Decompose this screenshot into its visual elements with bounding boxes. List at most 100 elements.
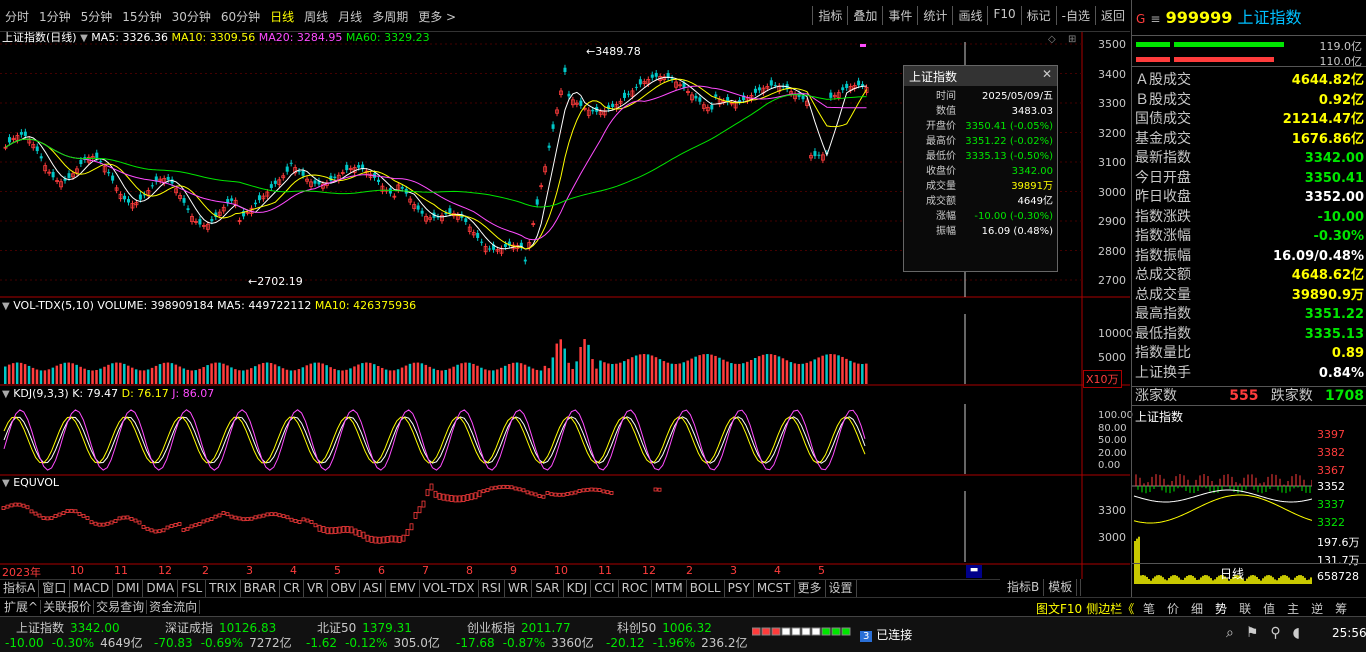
bottom-tab-3[interactable]: 资金流向 xyxy=(147,600,201,614)
indicator-tab-9[interactable]: VR xyxy=(304,580,328,597)
toolbar-button-1[interactable]: 叠加 xyxy=(847,6,882,25)
link-icon[interactable]: ⚲ xyxy=(1270,625,1292,641)
toolbar-button-6[interactable]: 标记 xyxy=(1020,6,1056,25)
mini-tab-daily[interactable]: 日线 xyxy=(1220,565,1244,582)
indicator-tab-18[interactable]: CCI xyxy=(591,580,619,597)
bottom-tab-1[interactable]: 关联报价 xyxy=(41,600,95,614)
side-tab-5[interactable]: 值 xyxy=(1257,602,1281,616)
equ-y-tick: 3300 xyxy=(1098,504,1126,517)
toolbar-button-4[interactable]: 画线 xyxy=(952,6,987,25)
indicator-tab-1[interactable]: 窗口 xyxy=(39,580,71,597)
search-icon[interactable]: ⌕ xyxy=(1226,625,1246,641)
marker xyxy=(860,44,866,47)
toolbar-button-5[interactable]: F10 xyxy=(987,6,1020,25)
side-tab-6[interactable]: 主 xyxy=(1281,602,1305,616)
side-tab-4[interactable]: 联 xyxy=(1233,602,1257,616)
indicator-tab-15[interactable]: WR xyxy=(505,580,533,597)
close-icon[interactable]: ✕ xyxy=(1042,67,1052,81)
status-amt: 3360亿 xyxy=(551,636,594,650)
indicator-tab-16[interactable]: SAR xyxy=(532,580,564,597)
toolbar-button-8[interactable]: 返回 xyxy=(1094,6,1130,25)
status-icons[interactable]: ⌕⚑⚲◖ xyxy=(1226,625,1312,641)
popup-row: 最高价 3351.22 (-0.02%) xyxy=(904,134,1057,149)
period-5[interactable]: 60分钟 xyxy=(216,8,265,25)
status-amt: 7272亿 xyxy=(249,636,292,650)
period-7[interactable]: 周线 xyxy=(299,8,333,25)
period-8[interactable]: 月线 xyxy=(333,8,367,25)
period-2[interactable]: 5分钟 xyxy=(76,8,118,25)
indicator-tab-0[interactable]: 指标A xyxy=(0,580,40,597)
indicator-tab-25[interactable]: 设置 xyxy=(826,580,857,597)
toolbar-button-0[interactable]: 指标 xyxy=(812,6,847,25)
indicator-tab-6[interactable]: TRIX xyxy=(206,580,241,597)
indicator-tab-right-0[interactable]: 指标B xyxy=(1003,579,1045,596)
scroll-handle[interactable]: ▬ xyxy=(966,565,982,578)
x-month: 11 xyxy=(598,564,612,577)
indicator-tab-19[interactable]: ROC xyxy=(619,580,652,597)
side-tab-3[interactable]: 势 xyxy=(1209,602,1233,616)
toolbar-button-2[interactable]: 事件 xyxy=(882,6,917,25)
bottom-right-tab-0[interactable]: 图文F10 xyxy=(1034,602,1084,616)
quote-value: -10.00 xyxy=(1317,209,1364,225)
indicator-tab-21[interactable]: BOLL xyxy=(687,580,725,597)
quote-value: 39890.9万 xyxy=(1291,287,1364,303)
indicator-tab-22[interactable]: PSY xyxy=(725,580,754,597)
indicator-tab-11[interactable]: ASI xyxy=(360,580,387,597)
indicator-tab-13[interactable]: VOL-TDX xyxy=(420,580,479,597)
period-6[interactable]: 日线 xyxy=(265,8,299,25)
indicator-tab-17[interactable]: KDJ xyxy=(564,580,592,597)
period-9[interactable]: 多周期 xyxy=(367,8,413,25)
toolbar-right-buttons: 指标 叠加 事件 统计 画线 F10 标记 -自选 返回 xyxy=(812,6,1130,25)
indicator-tab-2[interactable]: MACD xyxy=(70,580,114,597)
toolbar-button-3[interactable]: 统计 xyxy=(917,6,952,25)
popup-key: 时间 xyxy=(936,91,956,102)
period-10[interactable]: 更多 > xyxy=(413,8,461,25)
indicator-tab-right-1[interactable]: 模板 xyxy=(1044,579,1078,596)
indicator-tab-10[interactable]: OBV xyxy=(328,580,361,597)
quote-value: 1676.86亿 xyxy=(1291,131,1364,147)
low-value: 2702.19 xyxy=(257,275,303,288)
vol-y-tick: 10000 xyxy=(1098,327,1133,340)
side-tab-7[interactable]: 逆 xyxy=(1305,602,1329,616)
period-0[interactable]: 分时 xyxy=(0,8,34,25)
side-tab-0[interactable]: 笔 xyxy=(1137,602,1161,616)
side-tab-8[interactable]: 筹 xyxy=(1329,602,1353,616)
indicator-tab-3[interactable]: DMI xyxy=(113,580,144,597)
dropdown-icon[interactable]: ▼ xyxy=(2,478,10,489)
menu-icon[interactable]: ≡ xyxy=(1150,12,1160,26)
indicator-tab-4[interactable]: DMA xyxy=(143,580,179,597)
dropdown-icon[interactable]: ▼ xyxy=(80,33,88,44)
mini-chart[interactable]: 上证指数 3397 3382 3367 3352 3337 3322 197.6万 131.7… xyxy=(1132,406,1366,586)
status-change-3: -17.68 -0.87% 3360亿 xyxy=(456,634,606,651)
megaphone-icon[interactable]: ⚑ xyxy=(1246,625,1271,641)
bottom-right-tab-1[interactable]: 侧边栏《 xyxy=(1084,602,1136,616)
indicator-tab-7[interactable]: BRAR xyxy=(241,580,281,597)
ma20-label: MA20: 3284.95 xyxy=(258,31,343,44)
side-tab-1[interactable]: 价 xyxy=(1161,602,1185,616)
popup-key: 振幅 xyxy=(936,226,956,237)
dropdown-icon[interactable]: ▼ xyxy=(2,301,10,312)
low-label: ←2702.19 xyxy=(248,275,303,288)
dropdown-icon[interactable]: ▼ xyxy=(2,389,10,400)
indicator-tab-14[interactable]: RSI xyxy=(479,580,506,597)
period-1[interactable]: 1分钟 xyxy=(34,8,76,25)
bottom-tab-0[interactable]: 扩展^ xyxy=(2,600,42,614)
toolbar-button-7[interactable]: -自选 xyxy=(1055,6,1095,25)
period-4[interactable]: 30分钟 xyxy=(167,8,216,25)
period-3[interactable]: 15分钟 xyxy=(117,8,166,25)
side-tab-2[interactable]: 细 xyxy=(1185,602,1209,616)
indicator-tab-12[interactable]: EMV xyxy=(386,580,420,597)
quote-key: 最高指数 xyxy=(1135,306,1191,322)
indicator-tab-20[interactable]: MTM xyxy=(652,580,687,597)
indicator-tab-24[interactable]: 更多 xyxy=(795,580,826,597)
ma10-label: MA10: 3309.56 xyxy=(171,31,256,44)
connection-status[interactable]: 3 已连接 xyxy=(860,626,912,643)
connect-text: 已连接 xyxy=(876,628,913,642)
signal-bars-icon xyxy=(751,626,852,640)
indicator-tab-23[interactable]: MCST xyxy=(754,580,795,597)
indicator-tab-5[interactable]: FSL xyxy=(178,580,207,597)
indicator-tab-8[interactable]: CR xyxy=(280,580,304,597)
speaker-icon[interactable]: ◖ xyxy=(1293,625,1312,641)
bottom-tab-2[interactable]: 交易查询 xyxy=(94,600,148,614)
ma60-label: MA60: 3329.23 xyxy=(345,31,430,44)
